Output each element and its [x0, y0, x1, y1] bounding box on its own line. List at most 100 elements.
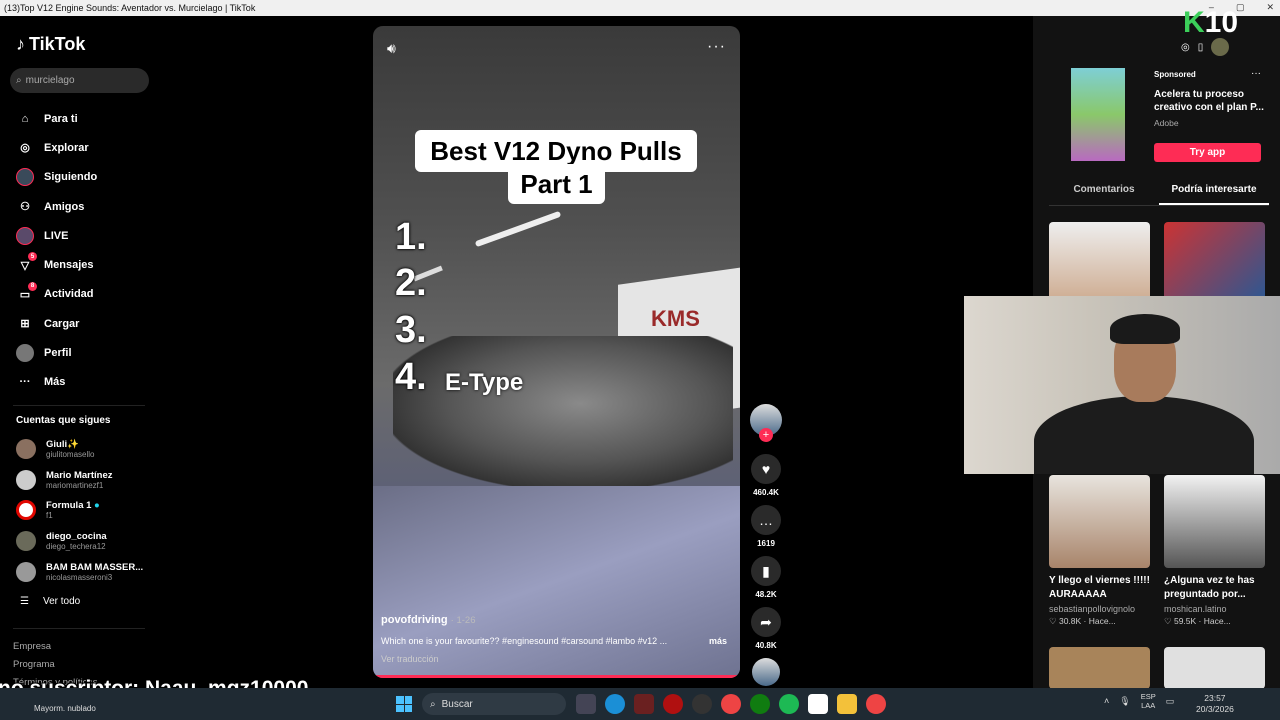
following-name: Mario Martínez [46, 469, 113, 481]
system-clock[interactable]: 23:57 20/3/2026 [1196, 693, 1234, 715]
volume-icon[interactable]: 🔊︎ [387, 40, 396, 57]
suggested-video-card[interactable] [1164, 647, 1265, 689]
avatar [16, 531, 36, 552]
heart-icon: ♥ [751, 454, 781, 484]
nav-item-siguiendo[interactable]: Siguiendo [12, 163, 152, 192]
author-name[interactable]: povofdriving [381, 614, 448, 626]
compass-icon: ◎ [20, 142, 30, 155]
nav-item-para-ti[interactable]: ⌂ Para ti [12, 104, 152, 133]
chevron-up-icon[interactable]: ˄ [1104, 696, 1109, 706]
translate-link[interactable]: Ver traducción [381, 654, 439, 664]
card-user[interactable]: sebastianpollovignolo [1049, 604, 1150, 614]
search-box[interactable]: ⌕ [10, 68, 149, 93]
language-indicator[interactable]: ESP LAA [1141, 692, 1156, 710]
tab-comentarios[interactable]: Comentarios [1049, 184, 1159, 205]
nav-label: Más [44, 376, 66, 389]
nav-item-explorar[interactable]: ◎ Explorar [12, 133, 152, 162]
following-handle: nicolasmasseroni3 [46, 572, 113, 582]
nav-item-actividad[interactable]: ▭ 8 Actividad [12, 280, 152, 309]
card-user[interactable]: moshican.latino [1164, 604, 1265, 614]
following-item[interactable]: diego_cocina diego_techera12 [16, 526, 156, 557]
author-avatar-button[interactable]: + [749, 404, 783, 442]
file-explorer-icon[interactable] [837, 694, 857, 714]
obs-icon[interactable] [692, 694, 712, 714]
video-thumbnail[interactable] [1049, 647, 1150, 689]
nav-label: Cargar [44, 317, 80, 330]
following-icon [16, 168, 34, 187]
see-all-label: Ver todo [42, 596, 81, 607]
video-author[interactable]: povofdriving · 1-26 [381, 614, 476, 626]
chrome-icon[interactable] [866, 694, 886, 714]
card-title[interactable]: Y llego el viernes !!!!! AURAAAAA [1049, 574, 1150, 602]
task-view-icon[interactable] [576, 694, 596, 714]
card-title[interactable]: ¿Alguna vez te has preguntado por... [1164, 574, 1265, 602]
more-options-icon[interactable]: ··· [707, 38, 726, 56]
xbox-icon[interactable] [750, 694, 770, 714]
video-thumbnail[interactable] [1164, 647, 1265, 689]
messages-badge: 5 [28, 252, 37, 262]
following-item[interactable]: Formula 1 ● f1 [16, 495, 156, 526]
video-progress-bar[interactable] [373, 675, 740, 678]
footer-link[interactable]: Empresa [13, 638, 97, 656]
nav-item-amigos[interactable]: ⚇ Amigos [12, 192, 152, 221]
like-button[interactable]: ♥ 460.4K [749, 454, 783, 497]
suggested-video-card[interactable] [1049, 647, 1150, 689]
weather-widget[interactable]: Mayorm. nublado [34, 704, 96, 713]
video-player[interactable]: KMS 🔊︎ ··· Best V12 Dyno Pulls Part 1 1.… [373, 26, 740, 678]
nav-item-live[interactable]: LIVE [12, 221, 152, 250]
share-button[interactable]: ➦ 40.8K [749, 607, 783, 650]
tab-podria-interesarte[interactable]: Podría interesarte [1159, 184, 1269, 205]
save-button[interactable]: ▮ 48.2K [749, 556, 783, 599]
list-icon: ☰ [20, 596, 29, 607]
following-item[interactable]: Giuli✨ giulitomasello [16, 434, 156, 465]
windows-start-icon[interactable] [396, 696, 412, 712]
dyno-floor [373, 486, 740, 676]
ad-options-icon[interactable]: ··· [1251, 68, 1261, 79]
ad-title[interactable]: Acelera tu proceso creativo con el plan … [1154, 88, 1264, 114]
try-app-button[interactable]: Try app [1154, 143, 1261, 162]
main-nav: ⌂ Para ti ◎ Explorar Siguiendo ⚇ Amigos … [12, 104, 152, 397]
video-title-line2: Part 1 [508, 164, 605, 204]
nav-item-mas[interactable]: ··· Más [12, 368, 152, 397]
microphone-icon[interactable]: 🎙︎ [1119, 696, 1130, 707]
nav-item-perfil[interactable]: Perfil [12, 338, 152, 367]
following-item[interactable]: Mario Martínez mariomartinezf1 [16, 465, 156, 496]
badge-letter: K [1183, 6, 1205, 39]
following-item[interactable]: BAM BAM MASSER... nicolasmasseroni3 [16, 556, 156, 587]
following-name: BAM BAM MASSER... [46, 561, 144, 573]
video-thumbnail[interactable] [1164, 475, 1265, 568]
footer-link[interactable]: Programa [13, 656, 97, 674]
see-all-link[interactable]: ☰ Ver todo [20, 596, 80, 607]
spotify-icon[interactable] [779, 694, 799, 714]
nav-item-cargar[interactable]: ⊞ Cargar [12, 309, 152, 338]
nav-item-mensajes[interactable]: ▽ 5 Mensajes [12, 250, 152, 279]
device-icon[interactable]: ▯ [1198, 42, 1204, 53]
comment-button[interactable]: … 1619 [749, 505, 783, 548]
ad-thumbnail[interactable] [1071, 68, 1125, 161]
right-tabs: Comentarios Podría interesarte [1049, 184, 1269, 206]
suggested-video-card[interactable]: Y llego el viernes !!!!! AURAAAAA sebast… [1049, 475, 1150, 627]
wall-sign: KMS [651, 306, 700, 331]
following-name: Formula 1 ● [46, 500, 100, 511]
edge-icon[interactable] [605, 694, 625, 714]
suggested-video-card[interactable]: ¿Alguna vez te has preguntado por... mos… [1164, 475, 1265, 627]
network-icon[interactable]: ▭ [1166, 696, 1175, 707]
app-icon[interactable] [663, 694, 683, 714]
sound-disc[interactable] [749, 658, 783, 686]
close-icon[interactable]: ✕ [1266, 2, 1274, 13]
compass-icon[interactable]: ◎ [1181, 42, 1190, 53]
badge-number: 10 [1204, 6, 1239, 39]
search-input[interactable] [25, 75, 136, 86]
user-avatar[interactable] [1211, 38, 1230, 56]
taskbar-search[interactable]: ⌕ Buscar [422, 693, 566, 715]
tiktok-logo[interactable]: ♪ TikTok [16, 34, 85, 55]
follow-plus-icon[interactable]: + [759, 428, 773, 442]
clock-time: 23:57 [1204, 693, 1226, 703]
chrome-icon[interactable] [721, 694, 741, 714]
system-tray: ˄ 🎙︎ ESP LAA ▭ [1104, 692, 1174, 710]
video-thumbnail[interactable] [1049, 475, 1150, 568]
avatar: + [750, 404, 782, 442]
more-link[interactable]: más [709, 636, 727, 646]
app-icon[interactable] [634, 694, 654, 714]
capcut-icon[interactable] [808, 694, 828, 714]
